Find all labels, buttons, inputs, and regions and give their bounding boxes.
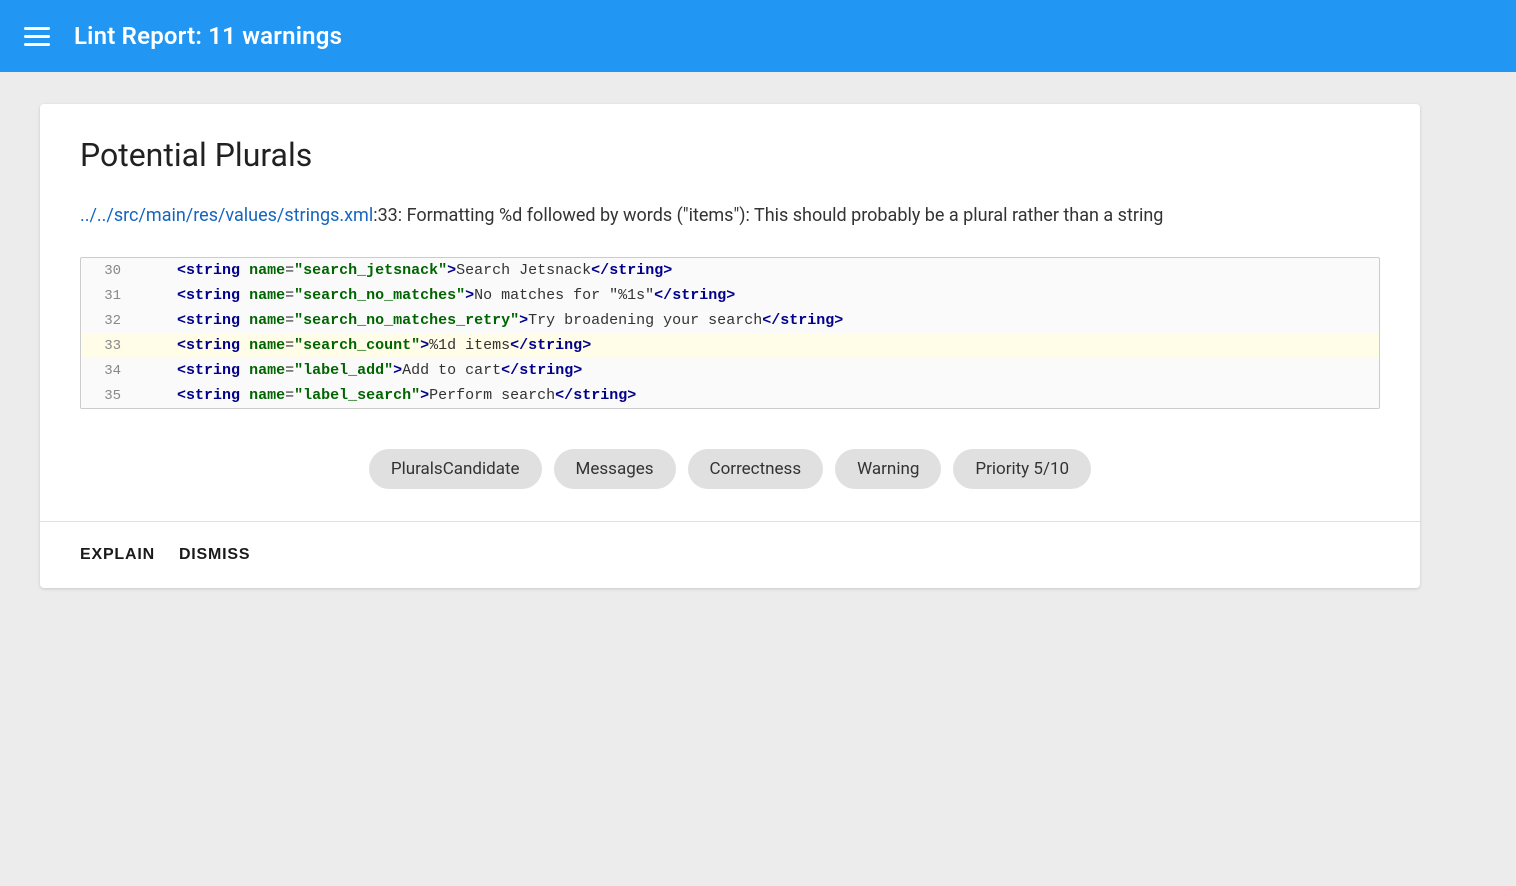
menu-icon[interactable] (24, 27, 50, 46)
code-content: <string name="search_count">%1d items</s… (141, 337, 591, 354)
content-area: Potential Plurals ../../src/main/res/val… (0, 72, 1516, 620)
issue-text: :33: Formatting %d followed by words ("i… (373, 205, 1163, 226)
issue-file-link[interactable]: ../../src/main/res/values/strings.xml (80, 205, 373, 226)
explain-button[interactable]: EXPLAIN (80, 542, 155, 568)
tag-chip-correctness: Correctness (688, 449, 824, 489)
code-content: <string name="label_search">Perform sear… (141, 387, 636, 404)
lint-card: Potential Plurals ../../src/main/res/val… (40, 104, 1420, 588)
tags-row: PluralsCandidate Messages Correctness Wa… (80, 441, 1380, 521)
line-number: 32 (81, 313, 141, 329)
code-content: <string name="search_no_matches">No matc… (141, 287, 735, 304)
code-line-33: 33 <string name="search_count">%1d items… (81, 333, 1379, 358)
code-line-30: 30 <string name="search_jetsnack">Search… (81, 258, 1379, 283)
line-number: 34 (81, 363, 141, 379)
action-row: EXPLAIN DISMISS (80, 522, 1380, 588)
page-title: Lint Report: 11 warnings (74, 22, 342, 50)
code-line-32: 32 <string name="search_no_matches_retry… (81, 308, 1379, 333)
dismiss-button[interactable]: DISMISS (179, 542, 250, 568)
code-content: <string name="search_no_matches_retry">T… (141, 312, 843, 329)
code-block: 30 <string name="search_jetsnack">Search… (80, 257, 1380, 409)
tag-chip-priority: Priority 5/10 (953, 449, 1091, 489)
issue-description: ../../src/main/res/values/strings.xml:33… (80, 202, 1380, 229)
line-number: 31 (81, 288, 141, 304)
app-header: Lint Report: 11 warnings (0, 0, 1516, 72)
tag-chip-plurals-candidate: PluralsCandidate (369, 449, 542, 489)
code-line-31: 31 <string name="search_no_matches">No m… (81, 283, 1379, 308)
code-content: <string name="label_add">Add to cart</st… (141, 362, 582, 379)
tag-chip-messages: Messages (554, 449, 676, 489)
code-content: <string name="search_jetsnack">Search Je… (141, 262, 672, 279)
line-number: 35 (81, 388, 141, 404)
card-title: Potential Plurals (80, 136, 1380, 174)
line-number: 33 (81, 338, 141, 354)
code-line-34: 34 <string name="label_add">Add to cart<… (81, 358, 1379, 383)
line-number: 30 (81, 263, 141, 279)
code-line-35: 35 <string name="label_search">Perform s… (81, 383, 1379, 408)
tag-chip-warning: Warning (835, 449, 941, 489)
